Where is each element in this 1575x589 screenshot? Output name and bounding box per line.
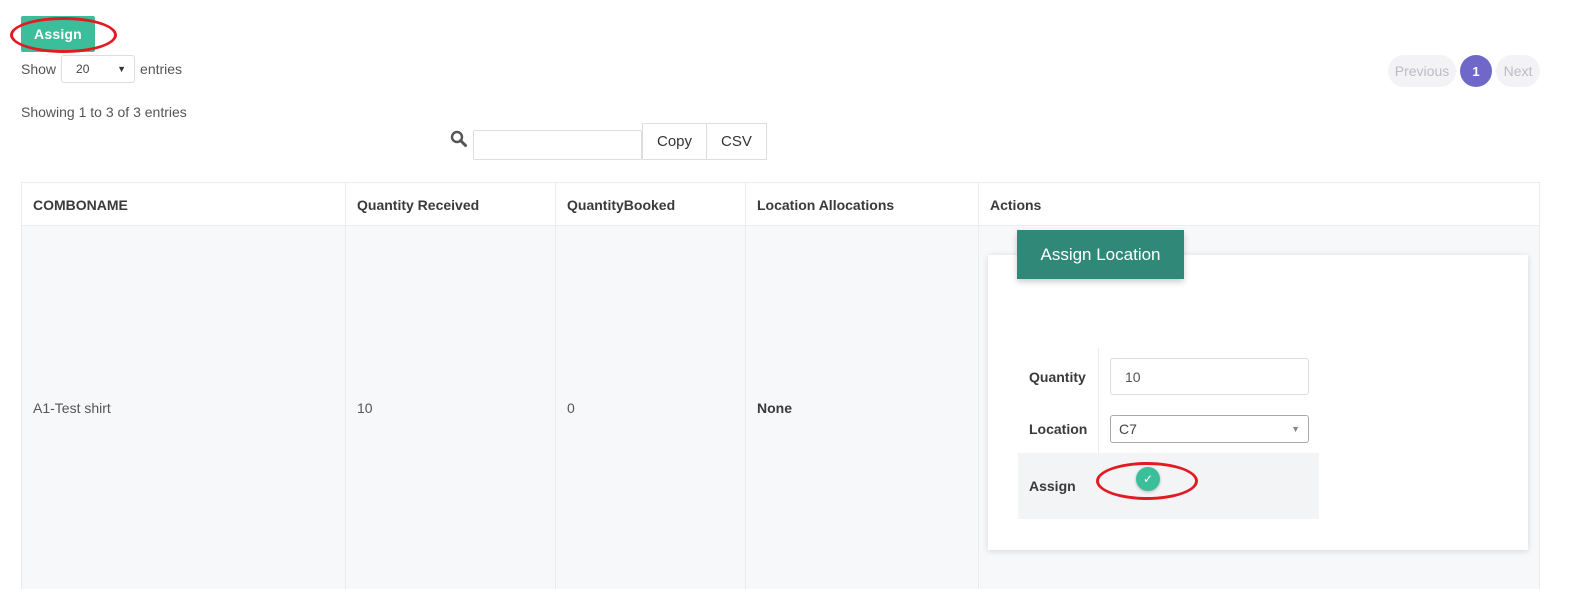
caret-down-icon: ▼ [117,64,127,74]
entries-select-value: 20 [76,62,90,76]
quantity-input-value: 10 [1125,368,1141,385]
table-header: COMBONAME Quantity Received QuantityBook… [22,183,1539,226]
copy-button[interactable]: Copy [642,123,708,160]
table-info: Showing 1 to 3 of 3 entries [21,104,187,120]
column-header-quantity-received[interactable]: Quantity Received [346,183,556,226]
length-menu: Show 20 ▼ entries [21,55,182,83]
pagination-previous[interactable]: Previous [1388,55,1456,87]
assign-button[interactable]: Assign [21,16,95,52]
assign-location-title: Assign Location [1017,230,1184,279]
entries-select[interactable]: 20 ▼ [61,55,136,83]
quantity-input[interactable]: 10 [1110,358,1309,395]
column-header-location-allocations[interactable]: Location Allocations [746,183,979,226]
pagination: Previous 1 Next [1388,55,1540,87]
cell-quantity-booked: 0 [556,226,746,589]
export-buttons: Copy CSV [642,123,767,160]
csv-button[interactable]: CSV [707,123,767,160]
search-input[interactable] [473,130,642,160]
location-label: Location [1029,421,1088,437]
location-select[interactable]: C7 ▼ [1110,415,1309,443]
form-divider [1098,348,1099,453]
pagination-next[interactable]: Next [1496,55,1540,87]
entries-label: entries [140,61,183,77]
assign-checkbox[interactable]: ✓ [1136,467,1160,491]
cell-quantity-received: 10 [346,226,556,589]
column-header-actions: Actions [990,196,1042,213]
column-header-quantity-booked[interactable]: QuantityBooked [556,183,746,226]
location-select-value: C7 [1119,421,1137,437]
cell-comboname: A1-Test shirt [22,226,346,589]
search-icon [450,130,467,147]
assign-label: Assign [1029,478,1076,494]
check-icon: ✓ [1142,472,1154,486]
column-header-comboname[interactable]: COMBONAME [22,183,346,226]
caret-down-icon: ▼ [1291,424,1300,434]
pagination-page-1[interactable]: 1 [1460,55,1492,87]
quantity-label: Quantity [1029,369,1086,385]
cell-location-allocations: None [746,226,979,589]
show-label: Show [21,61,57,77]
